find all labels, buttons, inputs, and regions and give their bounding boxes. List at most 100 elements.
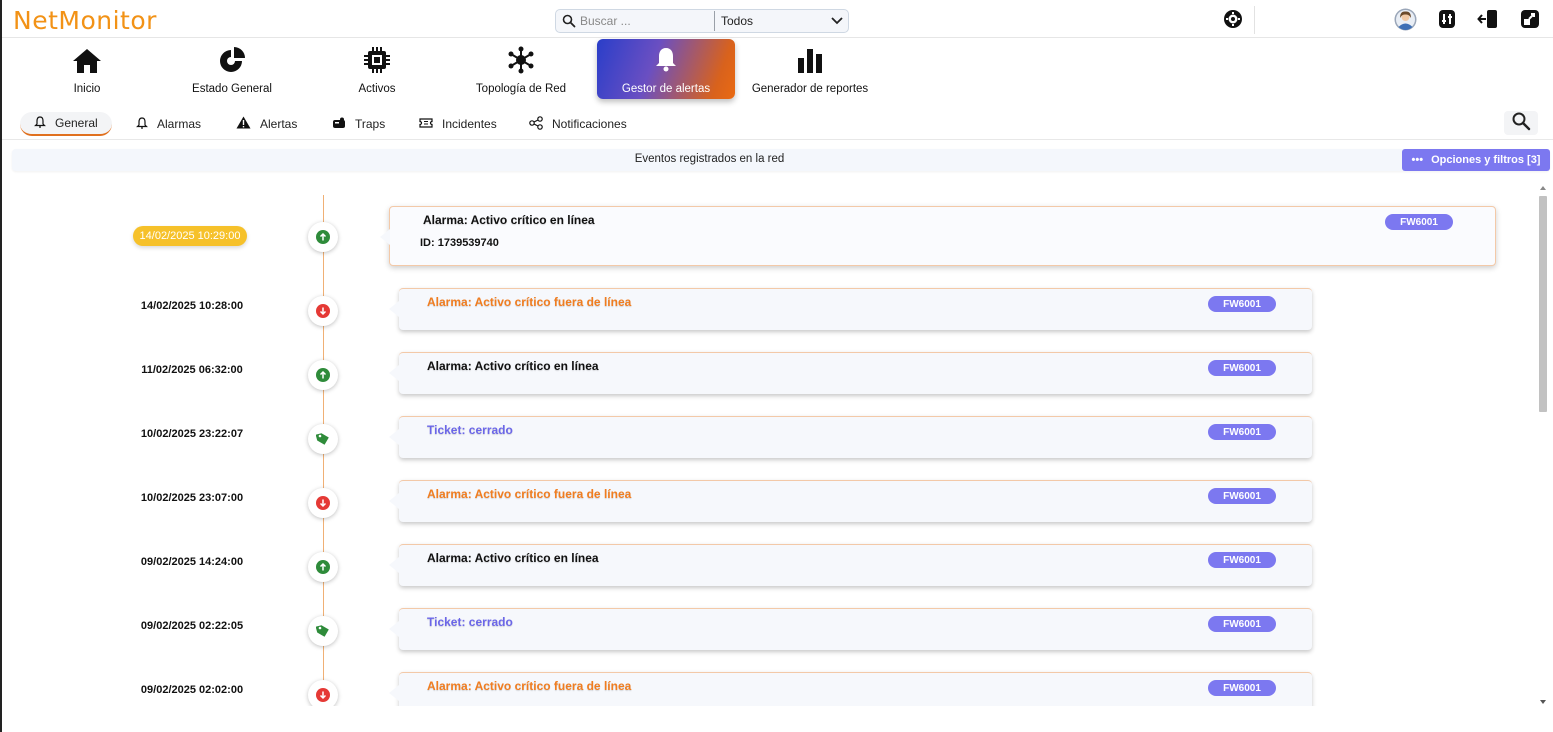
event-card[interactable]: Alarma: Activo crítico fuera de línea FW6… [389,480,1312,522]
device-badge[interactable]: FW6001 [1208,680,1276,696]
tab-label: Alertas [260,117,298,131]
pie-icon [182,40,282,74]
home-icon [42,40,132,74]
arrow-down-icon [308,680,338,706]
tab-label: Traps [355,117,386,131]
more-icon: ••• [1411,154,1424,166]
event-title: Ticket: cerrado [427,423,513,437]
event-card[interactable]: Ticket: cerrado FW6001 [389,608,1312,650]
nav-label: Topología de Red [475,83,567,95]
tab-label: Alarmas [157,117,202,131]
search-icon [558,10,580,32]
event-date: 11/02/2025 06:32:00 [141,364,243,376]
event-date: 09/02/2025 02:02:00 [140,684,244,696]
event-date: 10/02/2025 23:07:00 [140,492,244,504]
event-title: Alarma: Activo crítico en línea [423,213,595,227]
scope-select[interactable]: Todos [721,13,848,29]
tab-general[interactable]: General [20,112,112,136]
card-pointer [380,229,390,245]
event-date: 14/02/2025 10:29:00 [133,226,247,246]
tag-icon [308,424,338,454]
event-date: 10/02/2025 23:22:07 [140,428,244,440]
event-card[interactable]: Alarma: Activo crítico en línea ID: 17395… [380,206,1496,266]
tab-notificaciones[interactable]: Notificaciones [529,112,627,136]
scrollbar[interactable] [1537,184,1549,706]
search-input[interactable] [580,14,710,28]
nav-label: Estado General [192,83,272,95]
tag-icon [308,616,338,646]
nav-label: Activos [358,83,396,95]
search-separator [714,11,715,31]
event-title: Alarma: Activo crítico fuera de línea [427,679,632,693]
search-toggle-button[interactable] [1504,111,1538,135]
main-nav: Inicio Estado General Activos Topología … [2,38,1553,102]
device-badge[interactable]: FW6001 [1208,360,1276,376]
event-card[interactable]: Alarma: Activo crítico en línea FW6001 [389,544,1312,586]
chip-icon [332,40,422,74]
events-header: Eventos registrados en la red ••• Opcion… [12,149,1550,171]
scroll-down-arrow[interactable] [1540,700,1546,704]
events-timeline: 14/02/2025 10:29:00 Alarma: Activo crític… [2,180,1536,706]
card-pointer [389,493,399,509]
nav-item-gestor-alertas[interactable]: Gestor de alertas [597,39,735,99]
tab-incidentes[interactable]: Incidentes [419,112,497,136]
event-date: 09/02/2025 14:24:00 [140,556,244,568]
topology-icon [466,40,576,74]
tab-label: Notificaciones [552,117,627,131]
card-pointer [389,557,399,573]
tab-traps[interactable]: Traps [332,112,385,136]
search-box: Todos [555,9,849,33]
scroll-thumb[interactable] [1539,196,1547,412]
device-badge[interactable]: FW6001 [1208,552,1276,568]
event-id: ID: 1739539740 [420,237,499,249]
arrow-up-icon [308,552,338,582]
device-badge[interactable]: FW6001 [1208,296,1276,312]
trap-icon [332,117,346,132]
arrow-up-icon [308,360,338,390]
header-divider [1254,6,1255,34]
nav-item-reportes[interactable]: Generador de reportes [750,40,870,98]
scope-select-value: Todos [721,14,754,28]
device-badge[interactable]: FW6001 [1385,214,1453,230]
card-pointer [389,301,399,317]
top-bar: NetMonitor Todos [2,0,1553,38]
card-pointer [389,365,399,381]
device-badge[interactable]: FW6001 [1208,616,1276,632]
arrow-up-icon [308,222,338,252]
chevron-down-icon[interactable] [829,13,845,29]
device-icon[interactable] [1438,9,1456,34]
options-filters-button[interactable]: ••• Opciones y filtros [3] [1402,149,1550,171]
logout-icon[interactable] [1477,9,1499,34]
event-date: 14/02/2025 10:28:00 [140,300,244,312]
event-title: Alarma: Activo crítico en línea [427,359,599,373]
nav-item-activos[interactable]: Activos [332,40,422,98]
options-label: Opciones y filtros [3] [1431,154,1541,166]
sub-nav: General Alarmas Alertas Traps Incidentes… [2,108,1553,140]
tab-alertas[interactable]: Alertas [236,112,297,136]
nav-item-topologia[interactable]: Topología de Red [466,40,576,98]
event-date: 09/02/2025 02:22:05 [140,620,244,632]
nav-label: Inicio [73,83,101,95]
events-title: Eventos registrados en la red [634,153,785,165]
device-badge[interactable]: FW6001 [1208,424,1276,440]
event-card[interactable]: Alarma: Activo crítico fuera de línea FW6… [389,288,1312,330]
arrow-down-icon [308,296,338,326]
card-pointer [389,429,399,445]
app-logo[interactable]: NetMonitor [13,6,157,35]
settings-icon[interactable] [1223,9,1243,34]
event-card[interactable]: Alarma: Activo crítico en línea FW6001 [389,352,1312,394]
tab-label: Incidentes [442,117,497,131]
event-card[interactable]: Alarma: Activo crítico fuera de línea FW6… [389,672,1312,706]
tab-alarmas[interactable]: Alarmas [136,112,201,136]
nav-item-estado-general[interactable]: Estado General [182,40,282,98]
device-badge[interactable]: FW6001 [1208,488,1276,504]
scroll-up-arrow[interactable] [1540,186,1546,190]
bell-icon [597,39,735,73]
user-avatar[interactable] [1394,8,1417,36]
expand-icon[interactable] [1520,9,1540,34]
card-pointer [389,685,399,701]
nav-item-inicio[interactable]: Inicio [42,40,132,98]
event-card[interactable]: Ticket: cerrado FW6001 [389,416,1312,458]
arrow-down-icon [308,488,338,518]
event-title: Ticket: cerrado [427,615,513,629]
